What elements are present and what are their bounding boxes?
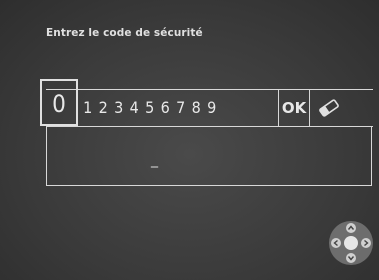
- code-entry-field[interactable]: _: [46, 126, 372, 186]
- screen-title: Entrez le code de sécurité: [46, 27, 203, 39]
- digit-key-4[interactable]: 4: [127, 90, 143, 126]
- digit-key-6[interactable]: 6: [158, 90, 174, 126]
- digit-key-3[interactable]: 3: [111, 90, 127, 126]
- digit-key-1[interactable]: 1: [80, 90, 96, 126]
- erase-button[interactable]: [310, 90, 348, 126]
- digit-key-7[interactable]: 7: [173, 90, 189, 126]
- digit-key-8[interactable]: 8: [189, 90, 205, 126]
- remote-navigation-hint: [326, 218, 376, 268]
- entry-cursor: _: [151, 152, 158, 168]
- digit-key-selected[interactable]: 0: [40, 79, 78, 126]
- digit-keypad: 0 1 2 3 4 5 6 7 8 9 OK: [40, 79, 373, 127]
- digit-key-5[interactable]: 5: [142, 90, 158, 126]
- dpad-icon: [329, 221, 373, 265]
- digit-key-9[interactable]: 9: [204, 90, 220, 126]
- digit-keys: 1 2 3 4 5 6 7 8 9: [80, 90, 220, 126]
- eraser-icon: [319, 99, 339, 117]
- ok-button[interactable]: OK: [278, 90, 310, 126]
- digit-key-2[interactable]: 2: [96, 90, 112, 126]
